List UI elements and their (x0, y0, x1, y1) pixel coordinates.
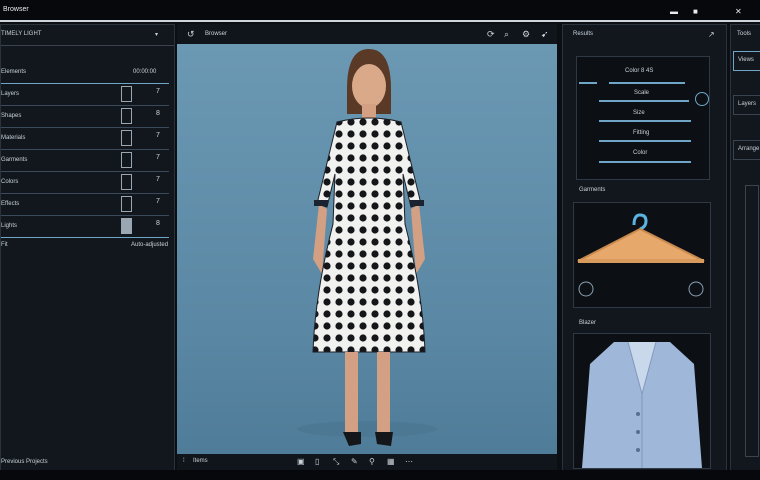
preview-header: ↺ Browser ⟳ ⌕ ⚙ ➹ (177, 24, 557, 44)
list-item[interactable]: Elements 00:00:00 (1, 61, 169, 84)
list-item-label: Materials (1, 135, 26, 141)
list-item-value: 00:00:00 (133, 69, 157, 75)
tool-strip: Tools Views Layers Arrange (730, 24, 760, 472)
tool-button-label: Layers (738, 101, 757, 107)
grid-icon[interactable]: ⁞ (183, 458, 185, 464)
left-panel: TIMELY LIGHT ▾ Elements 00:00:00 Layers … (0, 24, 175, 472)
blazer-section-title: Blazer (579, 320, 597, 326)
slider-track[interactable] (599, 120, 691, 122)
list-item-count: 7 (156, 198, 160, 205)
right-panel-title: Results (573, 31, 594, 37)
left-panel-header: TIMELY LIGHT ▾ (1, 25, 174, 46)
list-item[interactable]: Layers 7 (1, 83, 169, 106)
pin-icon[interactable]: ⚲ (369, 457, 375, 466)
effect-icon (121, 196, 132, 212)
list-item-label: Effects (1, 201, 20, 207)
slider-knob[interactable] (695, 92, 709, 106)
list-item[interactable]: Garments 7 (1, 149, 169, 172)
list-item-count: 7 (156, 176, 160, 183)
garment-icon (121, 152, 132, 168)
model-illustration (297, 49, 437, 446)
close-icon[interactable]: ✕ (735, 7, 742, 16)
refresh-icon[interactable]: ⟳ (487, 29, 495, 40)
list-item[interactable]: Colors 7 (1, 171, 169, 194)
collapse-icon[interactable]: ▾ (155, 31, 158, 38)
model-stage (177, 44, 557, 454)
color-icon (121, 174, 132, 190)
list-item[interactable]: Lights 8 (1, 215, 169, 238)
list-item-count: 7 (156, 88, 160, 95)
preview-title: Browser (205, 31, 228, 37)
app-title: Browser (3, 6, 29, 13)
grid-view-icon[interactable]: ▦ (387, 457, 395, 466)
list-item[interactable]: Effects 7 (1, 193, 169, 216)
expand-icon[interactable]: ↗ (708, 30, 715, 39)
draw-icon[interactable]: ✎ (351, 457, 358, 466)
list-item[interactable]: Materials 7 (1, 127, 169, 150)
list-item-label: Elements (1, 69, 27, 75)
slider-label: Color 8 4S (625, 68, 654, 74)
slider-track[interactable] (599, 161, 691, 163)
shape-icon (121, 108, 132, 124)
tool-button[interactable]: Arrange (733, 140, 760, 160)
list-item-label: Garments (1, 157, 28, 163)
tool-strip-title[interactable]: Tools (737, 31, 751, 37)
previous-projects-label[interactable]: Previous Projects (1, 459, 48, 465)
slider-track[interactable] (599, 140, 691, 142)
material-icon (121, 130, 132, 146)
list-item-value: Auto-adjusted (131, 242, 169, 248)
layer-icon (121, 86, 132, 102)
hanger-icon (577, 213, 705, 297)
preview-footer: ⁞ Items ▣ ▯ ⤡ ✎ ⚲ ▦ ⋯ (177, 454, 557, 470)
adjustments-card: Color 8 4S Scale Size Fitting Color (576, 56, 710, 180)
cursor-icon[interactable]: ➹ (541, 29, 549, 40)
list-item-count: 7 (156, 132, 160, 139)
left-panel-title: TIMELY LIGHT (1, 31, 42, 37)
blazer-icon (582, 341, 702, 468)
more-icon[interactable]: ⋯ (405, 457, 413, 466)
slider-label: Size (633, 110, 645, 116)
tool-button-label: Arrange (738, 146, 760, 152)
back-icon[interactable]: ↺ (187, 29, 195, 40)
title-bar: Browser ▬ ■ ✕ (0, 0, 760, 22)
slider-track[interactable] (599, 100, 689, 102)
list-item-label: Colors (1, 179, 19, 185)
garments-section-title: Garments (579, 187, 606, 193)
settings-icon[interactable]: ⚙ (522, 29, 530, 40)
preview-footer-label: Items (193, 458, 208, 464)
tool-button-label: Views (738, 57, 754, 63)
list-item-label: Shapes (1, 113, 22, 119)
tool-button[interactable]: Views (733, 51, 760, 71)
slider-track[interactable] (579, 82, 597, 84)
fit-icon[interactable]: ▯ (315, 457, 319, 466)
list-item[interactable]: Shapes 8 (1, 105, 169, 128)
light-icon (121, 218, 132, 234)
list-item[interactable]: Fit Auto-adjusted (1, 239, 169, 253)
slider-label: Scale (634, 90, 650, 96)
bottom-bar (0, 470, 760, 480)
maximize-icon[interactable]: ■ (693, 7, 698, 16)
list-item-count: 8 (156, 110, 160, 117)
list-item-count: 7 (156, 154, 160, 161)
scrollbar[interactable] (745, 185, 759, 457)
play-icon[interactable]: ▣ (297, 457, 305, 466)
hanger-card[interactable] (573, 202, 711, 308)
preview-area: ↺ Browser ⟳ ⌕ ⚙ ➹ ⁞ Items ▣ ▯ ⤡ ✎ ⚲ ▦ ⋯ (177, 24, 557, 470)
list-item-label: Layers (1, 91, 20, 97)
blazer-card[interactable] (573, 333, 711, 469)
slider-label: Fitting (633, 130, 650, 136)
search-icon[interactable]: ⌕ (504, 29, 509, 40)
slider-label: Color (633, 150, 648, 156)
slider-track[interactable] (609, 82, 685, 84)
minimize-icon[interactable]: ▬ (670, 7, 678, 16)
list-item-count: 8 (156, 220, 160, 227)
right-panel: Results ↗ Color 8 4S Scale Size Fitting … (562, 24, 727, 472)
list-item-label: Lights (1, 223, 18, 229)
scale-icon[interactable]: ⤡ (333, 457, 339, 467)
list-item-label: Fit (1, 242, 8, 248)
tool-button[interactable]: Layers (733, 95, 760, 115)
